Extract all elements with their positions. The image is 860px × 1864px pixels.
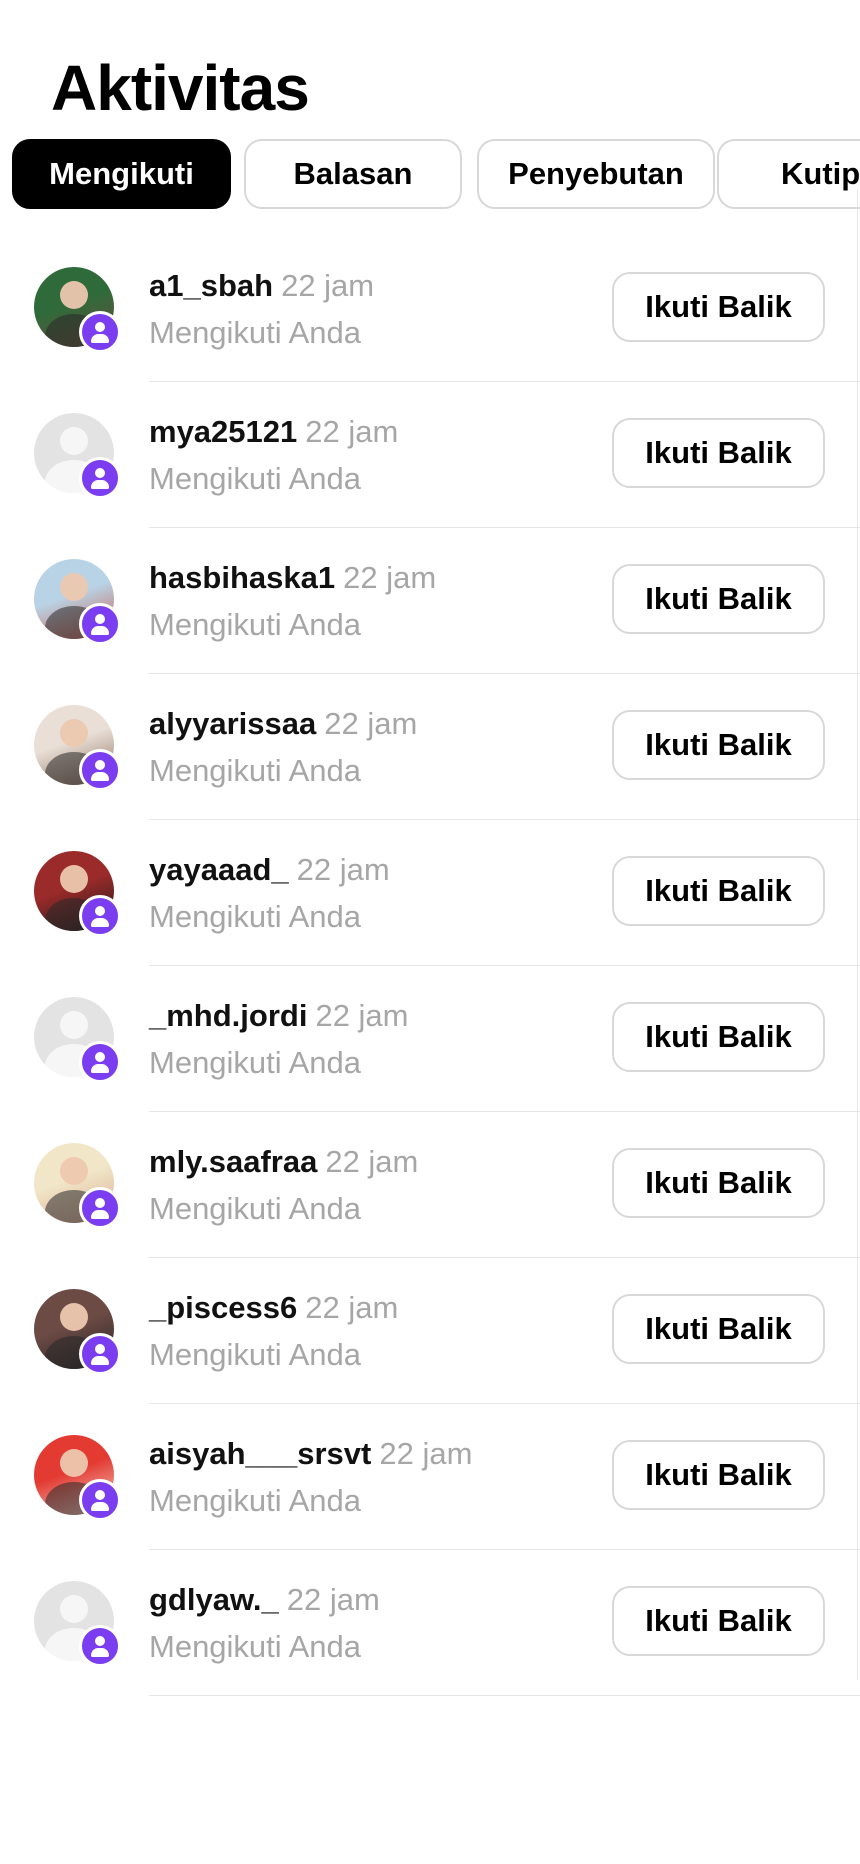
follow-badge-person-icon [79, 1625, 121, 1667]
username[interactable]: mya25121 [149, 414, 297, 449]
activity-description: Mengikuti Anda [149, 753, 361, 788]
follow-badge-person-icon [79, 1187, 121, 1229]
page-title: Aktivitas [51, 52, 310, 124]
timestamp: 22 jam [343, 560, 437, 595]
follow-back-button[interactable]: Ikuti Balik [612, 564, 825, 634]
username[interactable]: _piscess6 [149, 1290, 297, 1325]
activity-row[interactable]: mya25121 22 jam Mengikuti Anda Ikuti Bali… [0, 382, 860, 528]
username[interactable]: aisyah___srsvt [149, 1436, 371, 1471]
timestamp: 22 jam [325, 1144, 419, 1179]
username[interactable]: yayaaad_ [149, 852, 289, 887]
avatar-head-shape [60, 281, 88, 309]
avatar-head-shape [60, 1449, 88, 1477]
tab-kutipan[interactable]: Kutipa [717, 139, 860, 209]
follow-badge-person-icon [79, 749, 121, 791]
follow-badge-person-icon [79, 1041, 121, 1083]
avatar-head-shape [60, 1157, 88, 1185]
tab-balasan[interactable]: Balasan [244, 139, 462, 209]
activity-row[interactable]: hasbihaska1 22 jam Mengikuti Anda Ikuti B… [0, 528, 860, 674]
activity-description: Mengikuti Anda [149, 1045, 361, 1080]
timestamp: 22 jam [315, 998, 409, 1033]
tab-mengikuti[interactable]: Mengikuti [12, 139, 231, 209]
follow-badge-person-icon [79, 311, 121, 353]
username[interactable]: _mhd.jordi [149, 998, 307, 1033]
activity-description: Mengikuti Anda [149, 1337, 361, 1372]
username[interactable]: a1_sbah [149, 268, 273, 303]
timestamp: 22 jam [281, 268, 375, 303]
activity-row[interactable]: _mhd.jordi 22 jam Mengikuti Anda Ikuti Ba… [0, 966, 860, 1112]
follow-back-button[interactable]: Ikuti Balik [612, 272, 825, 342]
activity-description: Mengikuti Anda [149, 1629, 361, 1664]
avatar-head-shape [60, 1011, 88, 1039]
username-line: mya25121 22 jam [149, 412, 398, 452]
timestamp: 22 jam [286, 1582, 380, 1617]
follow-badge-person-icon [79, 457, 121, 499]
activity-description: Mengikuti Anda [149, 607, 361, 642]
avatar-head-shape [60, 1595, 88, 1623]
avatar-head-shape [60, 427, 88, 455]
follow-badge-person-icon [79, 1479, 121, 1521]
username-line: hasbihaska1 22 jam [149, 558, 436, 598]
activity-description: Mengikuti Anda [149, 899, 361, 934]
timestamp: 22 jam [324, 706, 418, 741]
activity-row[interactable]: a1_sbah 22 jam Mengikuti Anda Ikuti Balik [0, 236, 860, 382]
username[interactable]: mly.saafraa [149, 1144, 317, 1179]
avatar-head-shape [60, 865, 88, 893]
username-line: a1_sbah 22 jam [149, 266, 374, 306]
activity-filter-tabs: Mengikuti Balasan Penyebutan Kutipa [12, 139, 860, 213]
activity-row[interactable]: aisyah___srsvt 22 jam Mengikuti Anda Ikut… [0, 1404, 860, 1550]
username-line: _piscess6 22 jam [149, 1288, 398, 1328]
username-line: _mhd.jordi 22 jam [149, 996, 409, 1036]
timestamp: 22 jam [379, 1436, 473, 1471]
timestamp: 22 jam [296, 852, 390, 887]
avatar-head-shape [60, 573, 88, 601]
follow-back-button[interactable]: Ikuti Balik [612, 1002, 825, 1072]
activity-row[interactable]: gdlyaw._ 22 jam Mengikuti Anda Ikuti Bali… [0, 1550, 860, 1696]
activity-description: Mengikuti Anda [149, 315, 361, 350]
follow-back-button[interactable]: Ikuti Balik [612, 1440, 825, 1510]
follow-back-button[interactable]: Ikuti Balik [612, 1294, 825, 1364]
activity-row[interactable]: _piscess6 22 jam Mengikuti Anda Ikuti Bal… [0, 1258, 860, 1404]
avatar-head-shape [60, 719, 88, 747]
follow-badge-person-icon [79, 1333, 121, 1375]
timestamp: 22 jam [305, 414, 399, 449]
activity-row[interactable]: mly.saafraa 22 jam Mengikuti Anda Ikuti B… [0, 1112, 860, 1258]
row-divider [149, 1695, 860, 1696]
activity-row[interactable]: alyyarissaa 22 jam Mengikuti Anda Ikuti B… [0, 674, 860, 820]
activity-description: Mengikuti Anda [149, 1191, 361, 1226]
follow-badge-person-icon [79, 603, 121, 645]
username[interactable]: gdlyaw._ [149, 1582, 279, 1617]
content-edge-divider [857, 190, 858, 1680]
username-line: aisyah___srsvt 22 jam [149, 1434, 472, 1474]
follow-back-button[interactable]: Ikuti Balik [612, 418, 825, 488]
timestamp: 22 jam [305, 1290, 399, 1325]
activity-description: Mengikuti Anda [149, 461, 361, 496]
follow-back-button[interactable]: Ikuti Balik [612, 856, 825, 926]
username-line: alyyarissaa 22 jam [149, 704, 417, 744]
activity-list: a1_sbah 22 jam Mengikuti Anda Ikuti Balik… [0, 236, 860, 1696]
follow-back-button[interactable]: Ikuti Balik [612, 710, 825, 780]
username-line: gdlyaw._ 22 jam [149, 1580, 380, 1620]
username-line: yayaaad_ 22 jam [149, 850, 390, 890]
avatar-head-shape [60, 1303, 88, 1331]
username[interactable]: hasbihaska1 [149, 560, 335, 595]
username[interactable]: alyyarissaa [149, 706, 316, 741]
tab-penyebutan[interactable]: Penyebutan [477, 139, 715, 209]
activity-row[interactable]: yayaaad_ 22 jam Mengikuti Anda Ikuti Bali… [0, 820, 860, 966]
follow-back-button[interactable]: Ikuti Balik [612, 1586, 825, 1656]
follow-back-button[interactable]: Ikuti Balik [612, 1148, 825, 1218]
follow-badge-person-icon [79, 895, 121, 937]
activity-description: Mengikuti Anda [149, 1483, 361, 1518]
username-line: mly.saafraa 22 jam [149, 1142, 418, 1182]
